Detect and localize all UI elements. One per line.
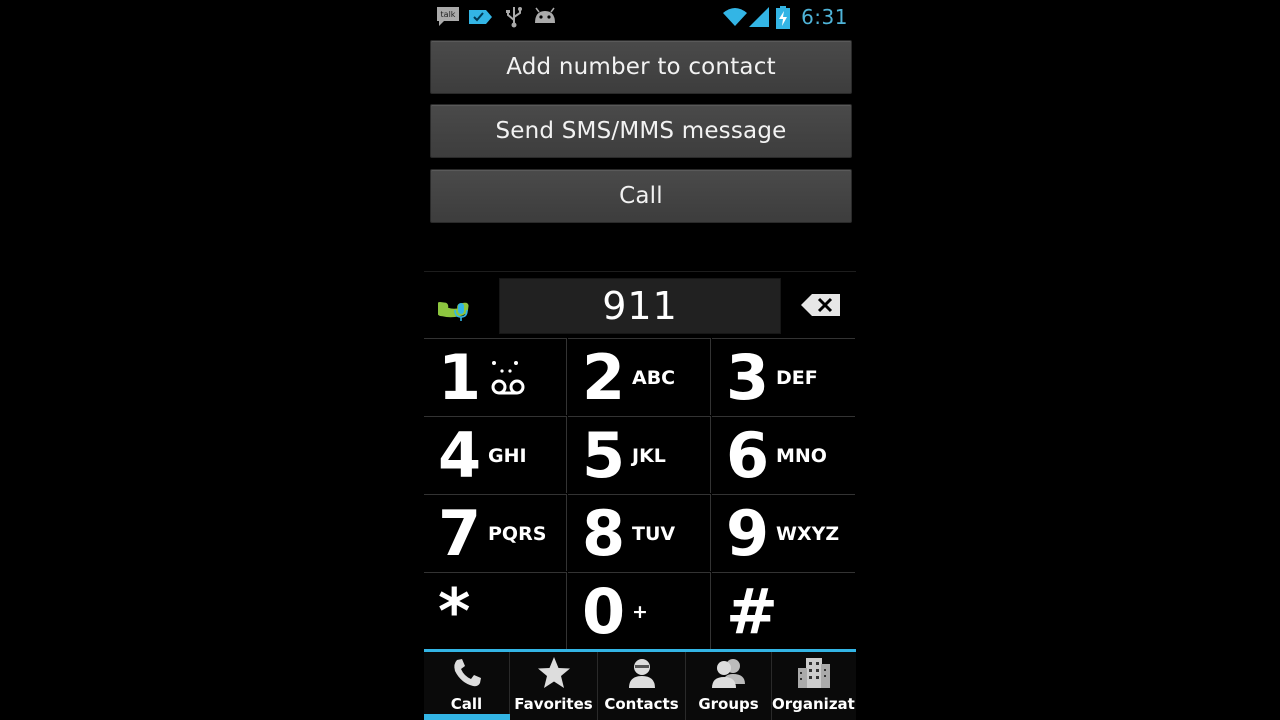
key-5[interactable]: 5 JKL — [568, 416, 711, 493]
key-7[interactable]: 7 PQRS — [424, 494, 567, 571]
key-digit: * — [438, 575, 471, 648]
backspace-icon[interactable] — [800, 292, 842, 318]
status-time: 6:31 — [801, 5, 848, 29]
key-0[interactable]: 0 + — [568, 572, 711, 649]
digits-row: 911 — [424, 271, 856, 339]
tab-label: Organizati — [772, 695, 856, 713]
key-letters: GHI — [488, 445, 527, 467]
key-digit: 8 — [582, 497, 626, 570]
active-tab-indicator — [424, 714, 510, 720]
usb-icon — [504, 6, 524, 32]
key-letters: + — [632, 601, 648, 623]
key-3[interactable]: 3 DEF — [712, 338, 855, 415]
tab-groups[interactable]: Groups — [686, 652, 772, 720]
key-star[interactable]: * — [424, 572, 567, 649]
key-digit: 7 — [438, 497, 482, 570]
key-digit: 5 — [582, 419, 626, 492]
phone-icon — [450, 656, 484, 694]
svg-text:talk: talk — [441, 10, 456, 19]
key-letters: MNO — [776, 445, 827, 467]
key-8[interactable]: 8 TUV — [568, 494, 711, 571]
key-letters: TUV — [632, 523, 676, 545]
wifi-icon — [722, 6, 748, 32]
key-pound[interactable]: # — [712, 572, 855, 649]
key-letters: PQRS — [488, 523, 547, 545]
key-letters: WXYZ — [776, 523, 840, 545]
tab-label: Call — [450, 695, 483, 713]
tab-label: Contacts — [604, 695, 679, 713]
tab-contacts[interactable]: Contacts — [598, 652, 686, 720]
building-icon — [796, 656, 832, 694]
key-digit: 6 — [726, 419, 770, 492]
person-icon — [627, 656, 657, 694]
digits-field[interactable]: 911 — [499, 278, 781, 334]
android-debug-icon — [532, 6, 558, 32]
call-action-button[interactable]: Call — [430, 169, 852, 223]
tab-call[interactable]: Call — [424, 652, 510, 720]
key-6[interactable]: 6 MNO — [712, 416, 855, 493]
key-digit: # — [726, 575, 778, 648]
tab-organizations[interactable]: Organizati — [772, 652, 856, 720]
key-4[interactable]: 4 GHI — [424, 416, 567, 493]
key-letters: JKL — [632, 445, 666, 467]
send-sms-button[interactable]: Send SMS/MMS message — [430, 104, 852, 158]
star-icon — [536, 656, 572, 694]
battery-charging-icon — [775, 6, 791, 34]
key-letters: DEF — [776, 367, 818, 389]
phone-screen: talk 6:31 Add number to contact Send SMS… — [424, 0, 856, 720]
key-letters: ABC — [632, 367, 676, 389]
tab-bar: Call Favorites Contacts Groups Organizat… — [424, 652, 856, 720]
status-bar: talk 6:31 — [424, 0, 856, 34]
key-digit: 0 — [582, 575, 626, 648]
key-digit: 2 — [582, 341, 626, 414]
key-digit: 3 — [726, 341, 770, 414]
voicemail-icon — [488, 359, 528, 405]
tab-favorites[interactable]: Favorites — [510, 652, 598, 720]
key-2[interactable]: 2 ABC — [568, 338, 711, 415]
key-9[interactable]: 9 WXYZ — [712, 494, 855, 571]
voice-dial-icon[interactable] — [436, 286, 482, 326]
tab-label: Favorites — [514, 695, 593, 713]
key-digit: 4 — [438, 419, 482, 492]
key-1[interactable]: 1 — [424, 338, 567, 415]
key-digit: 9 — [726, 497, 770, 570]
tag-icon — [467, 6, 493, 32]
signal-icon — [748, 6, 770, 32]
key-digit: 1 — [438, 341, 482, 414]
group-icon — [709, 656, 749, 694]
talk-icon: talk — [436, 6, 460, 32]
add-number-to-contact-button[interactable]: Add number to contact — [430, 40, 852, 94]
dial-pad: 1 2 ABC 3 DEF 4 GHI 5 JKL 6 MNO 7 PQRS 8… — [424, 338, 856, 649]
tab-label: Groups — [698, 695, 759, 713]
